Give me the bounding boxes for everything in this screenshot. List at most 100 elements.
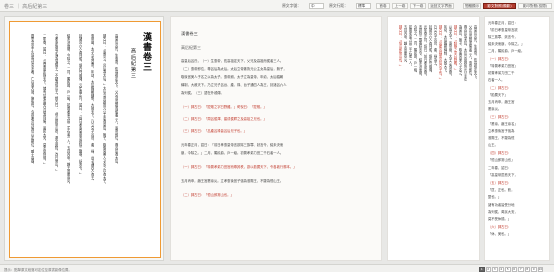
line-spacing-select[interactable]: 標準 [356,2,371,9]
annotation-line[interactable]: 〔二〕師古曰：「恒山即常山也。」 [181,193,376,198]
scan-book-title: 漢書卷三 [141,32,151,72]
vertical-text-column[interactable]: 尊呂后為太后。太后立帝姊魯元公主女 [463,25,467,255]
prev-volume-button[interactable]: 上一卷 [392,2,408,9]
document-title: 漢書卷三 [181,31,198,36]
font-size-select[interactable]: 中 [309,2,324,9]
annotation-line[interactable]: 〔二〕師古曰：「周呂侯澤、建成侯釋之及高祖之兄也。」 [181,117,376,122]
note-line[interactable]: 莫不受休德。」 [488,217,548,221]
vertical-annotation-column[interactable]: 師古曰：「呂產呂祿皆呂后兄子也。」 [438,25,442,255]
text-line[interactable]: 稱制，大赦天下。乃立兄子呂台、產、祿、台子通四人為王，封諸呂六人 [181,83,376,88]
page-button[interactable]: 4 [498,266,504,272]
font-size-label: 原文字號： [282,3,301,8]
page-button[interactable]: 9 [531,266,537,272]
note-line[interactable]: 議未決而崩，今除之。」 [488,42,548,46]
scan-text-column: 封諸呂六人為列侯。語在外戚傳。元年春正月，詔曰：「前日孝惠皇帝言欲除三族罪、妖言… [78,34,83,176]
vertical-text-column[interactable]: 五月丙申，趙王宮叢臺災。 [403,25,407,255]
note-line[interactable]: 叢臺災。 [488,107,548,111]
note-annotation[interactable]: 〔二〕師古曰： [488,86,548,90]
top-toolbar: 卷三 ｜ 高后紀第三 原文字號： 中 原文行距： 標準 首卷 上一卷 下一卷 返… [0,0,554,12]
note-line[interactable]: 「高皇帝匡飭天下， [488,173,548,177]
scan-text-column: 二年春，詔曰：「高皇帝匡飭天下，諸有功者皆受分地為列侯，萬民大安，莫不受休德。」 [42,34,47,166]
vertical-text-column[interactable]: 初置孝弟力田二千石者一人。 [408,25,412,255]
image-text-compare-button[interactable]: 影文對照(顯影) [483,2,516,9]
note-line[interactable]: 「特置孝弟力田官」 [488,64,548,68]
back-to-text-button[interactable]: 返回文字界面 [428,2,454,9]
scan-text-column: 師古曰：「惠帝立，呂后為太后。」太后立帝姊魯元公主女為皇后，無子，取後宮美人子名… [102,34,107,186]
scan-image-panel: 漢書卷三 高后紀第三 高皇后呂氏，生惠帝，佐高祖定天下，父兄及高祖而侯者三人。惠… [4,16,164,261]
scan-text-column: 朕思念至于久遠而功名不著，亡以尊大誼，施後世。今欲差次列侯功以定朝位，臧于高廟。 [30,34,35,166]
note-line[interactable]: 整也。」 [488,195,548,199]
note-line[interactable]: 「休，美也。」 [488,232,548,236]
page-button[interactable]: 5 [505,266,511,272]
breadcrumb: 卷三 ｜ 高后紀第三 [4,3,47,10]
breadcrumb-separator: ｜ [15,4,21,10]
note-line[interactable]: 二月，賜民爵，戶一級。 [488,49,548,53]
note-annotation[interactable]: 〔五〕師古曰： [488,181,548,185]
note-line[interactable]: 五月丙申，趙王宮 [488,100,548,104]
note-annotation[interactable]: 〔三〕師古曰： [488,115,548,119]
notes-panel: 元年春正月，詔曰： 「前日孝惠皇帝言欲 除三族罪、妖言令， 議未決而崩，今除之。… [484,16,550,261]
simplified-display-button[interactable]: 簡體顯示 [463,2,481,9]
note-line[interactable]: 「叢臺，趙王臺名」 [488,122,548,126]
scan-text-column: 議未決而崩，今除之。二月，賜民爵，戶一級。初置孝弟力田二千石者一人。五月丙申，趙… [66,34,71,186]
vertical-text-column[interactable]: 年幼，太后臨朝稱制，大赦天下。 [443,25,447,255]
page-button[interactable]: 6 [511,266,517,272]
text-line[interactable]: 〔二〕惠帝即位，尊呂后為太后。太后立帝姊魯元公主女為皇后，無子， [181,67,376,72]
text-line[interactable]: 高皇后呂氏，〔一〕生惠帝，佐高祖定天下，父兄及高祖而侯者三人。 [181,59,376,64]
vertical-text-column[interactable]: 今除之。二月，賜民爵，戶一級。 [413,25,417,255]
page-button[interactable]: 7 [518,266,524,272]
vertical-text-column[interactable]: 封諸呂六人為列侯，語在外戚傳。 [428,25,432,255]
vertical-text-column[interactable]: 父兄及高祖而侯者三人。惠帝即位。 [468,25,472,255]
annotation-line[interactable]: 〔一〕師古曰：「特置孝弟力田官而尊其秩，欲以勸厲天下，令各敦行務本。」 [181,165,376,170]
note-line[interactable]: 淮陽王，不疑為恒 [488,136,548,140]
page-button[interactable]: 2 [485,266,491,272]
note-line[interactable]: 山王。 [488,143,548,147]
note-line[interactable]: 諸有功者皆受分地 [488,203,548,207]
breadcrumb-book[interactable]: 卷三 [4,4,14,10]
annotation-line[interactable]: 〔一〕師古曰：「諱雉之字曰野雞。」荀悅曰：「諱雉。」 [181,105,376,110]
note-line[interactable]: 初置孝弟力田二千 [488,71,548,75]
page-button[interactable]: 10 [537,266,543,272]
note-annotation[interactable]: 〔四〕師古曰： [488,151,548,155]
vertical-text-column[interactable]: 乃立兄子呂台、產、祿為王。 [433,25,437,255]
note-line[interactable]: 為列侯，萬民大安， [488,210,548,214]
document-subtitle: 高后紀第三 [181,45,201,50]
text-line[interactable]: 元年春正月，詔曰：「前日孝惠皇帝言欲除三族罪、妖言令，議未決而 [181,143,376,148]
vertical-text-column[interactable]: 為皇后，無子，取後宮美人子名之。 [458,25,462,255]
note-line[interactable]: 除三族罪、妖言令， [488,35,548,39]
scan-text-column: 高皇后呂氏，生惠帝，佐高祖定天下，父兄及高祖而侯者三人。惠帝即位，尊呂后為太后。 [114,34,119,166]
vertical-text-column[interactable]: 元年春正月，詔曰：前日孝惠皇帝。 [423,25,427,255]
text-line[interactable]: 崩，今除之。」二月，賜民爵，戶一級。初置孝弟力田二千石者一人。 [181,151,376,156]
text-line[interactable]: 為列侯。〔三〕語在外戚傳。 [181,91,376,96]
note-line[interactable]: 「前日孝惠皇帝言欲 [488,28,548,32]
scan-page-frame[interactable]: 漢書卷三 高后紀第三 高皇后呂氏，生惠帝，佐高祖定天下，父兄及高祖而侯者三人。惠… [9,21,161,258]
note-line[interactable]: 二年春，詔曰： [488,166,548,170]
vertical-text-column[interactable]: 言欲除三族罪妖言令，議未決而崩。 [418,25,422,255]
text-line[interactable]: 取後宮美人子名之以為太子。惠帝崩，太子立為皇帝，年幼，太后臨朝 [181,75,376,80]
note-annotation[interactable]: 〔六〕師古曰： [488,225,548,229]
vertical-annotation-column[interactable]: 師古曰：「諱雉之字曰野雞。」 [453,25,457,255]
bottom-bar: 提示：點擊原文段落可定位至原書影像位置。 1 2 3 4 5 6 7 8 9 1… [0,264,554,272]
page-button[interactable]: 3 [492,266,498,272]
note-line[interactable]: 立孝惠後宮子強為 [488,129,548,133]
annotation-line[interactable]: 〔三〕師古曰：「呂產呂祿皆呂后兄子也。」 [181,129,376,134]
usage-tip: 提示：點擊原文段落可定位至原書影像位置。 [4,268,72,272]
note-line[interactable]: 元年春正月，詔曰： [488,21,548,25]
first-volume-button[interactable]: 首卷 [376,2,390,9]
breadcrumb-chapter: 高后紀第三 [22,4,48,10]
note-line[interactable]: 「匡，正也。飭， [488,188,548,192]
page-button[interactable]: 8 [524,266,530,272]
note-annotation[interactable]: 〔一〕師古曰： [488,57,548,61]
text-line[interactable]: 五月丙申，趙王宮叢臺災。立孝惠後宮子強為淮陽王，不疑為恒山王。 [181,179,376,184]
image-print-compare-button[interactable]: 影印對照(檢閱) [518,2,552,9]
next-volume-button[interactable]: 下一卷 [410,2,426,9]
scan-text-column: 惠帝崩，太子立為皇帝，年幼，太后臨朝稱制，大赦天下。乃立兄子呂台、產、祿、台子通… [90,34,95,183]
line-spacing-label: 原文行距： [329,3,348,8]
page-button[interactable]: 1 [479,266,485,272]
note-line[interactable]: 「勸厲天下」 [488,93,548,97]
note-line[interactable]: 石者一人。 [488,78,548,82]
vertical-annotation-column[interactable]: 師古曰：「恒山即常山也。」 [398,25,402,255]
vertical-text-column[interactable]: 以為太子。惠帝崩，太子立為皇帝。 [448,25,452,255]
note-line[interactable]: 「恒山即常山也」 [488,158,548,162]
vertical-text-column[interactable]: 高皇后呂氏，生惠帝，佐高祖定天下。 [473,25,477,255]
